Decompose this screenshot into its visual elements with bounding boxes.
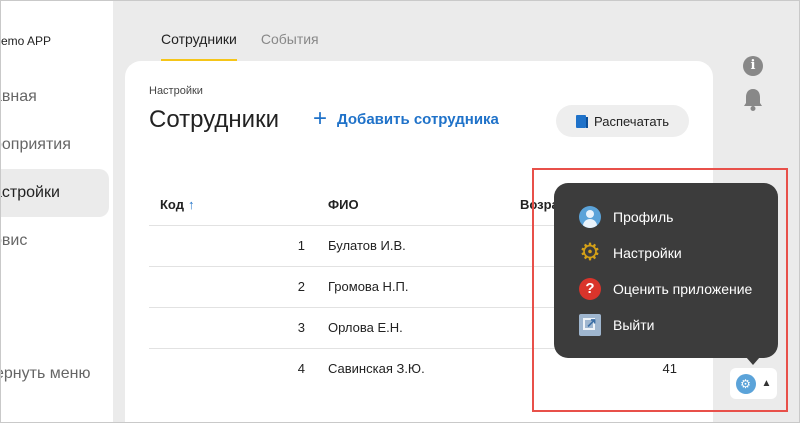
cell-code: 2: [297, 279, 305, 294]
sidebar-item-service[interactable]: рвис: [1, 217, 109, 265]
highlight-frame: [532, 168, 788, 412]
column-header-label: Код: [160, 197, 184, 212]
sidebar: emo APP авная роприятия астройки рвис ер…: [1, 1, 113, 422]
tab-employees[interactable]: Сотрудники: [161, 31, 237, 62]
plus-icon: +: [313, 105, 328, 132]
sidebar-item-settings[interactable]: астройки: [1, 169, 109, 217]
cell-code: 4: [297, 361, 305, 376]
page-title: Сотрудники: [149, 106, 279, 133]
cell-name: Орлова Е.Н.: [328, 320, 403, 335]
add-employee-button[interactable]: + Добавить сотрудника: [313, 105, 499, 132]
add-employee-label: Добавить сотрудника: [337, 110, 499, 128]
sidebar-item-label: астройки: [1, 184, 60, 201]
tab-bar: Сотрудники События: [161, 31, 319, 62]
cell-code: 3: [297, 320, 305, 335]
column-header-name[interactable]: ФИО: [328, 197, 359, 212]
print-label: Распечатать: [593, 113, 669, 129]
breadcrumb[interactable]: Настройки: [149, 85, 203, 97]
collapse-menu-button[interactable]: ернуть меню: [1, 365, 96, 383]
cell-name: Громова Н.П.: [328, 279, 409, 294]
app-window: emo APP авная роприятия астройки рвис ер…: [0, 0, 800, 423]
tab-events[interactable]: События: [261, 31, 319, 59]
sidebar-item-label: рвис: [1, 232, 28, 249]
cell-code: 1: [297, 238, 305, 253]
bell-icon[interactable]: [742, 87, 764, 111]
collapse-menu-label: ернуть меню: [0, 365, 91, 382]
sidebar-item-label: авная: [1, 88, 37, 105]
cell-name: Савинская З.Ю.: [328, 361, 425, 376]
sidebar-item-main[interactable]: авная: [1, 73, 109, 121]
document-icon: [575, 114, 588, 128]
sort-ascending-icon: ↑: [187, 197, 195, 212]
sidebar-item-label: роприятия: [0, 136, 71, 153]
cell-name: Булатов И.В.: [328, 238, 406, 253]
sidebar-item-events[interactable]: роприятия: [1, 121, 109, 169]
app-brand: emo APP: [1, 34, 52, 48]
info-icon[interactable]: i: [743, 56, 763, 76]
print-button[interactable]: Распечатать: [556, 105, 689, 137]
column-header-code[interactable]: Код ↑: [160, 197, 194, 212]
